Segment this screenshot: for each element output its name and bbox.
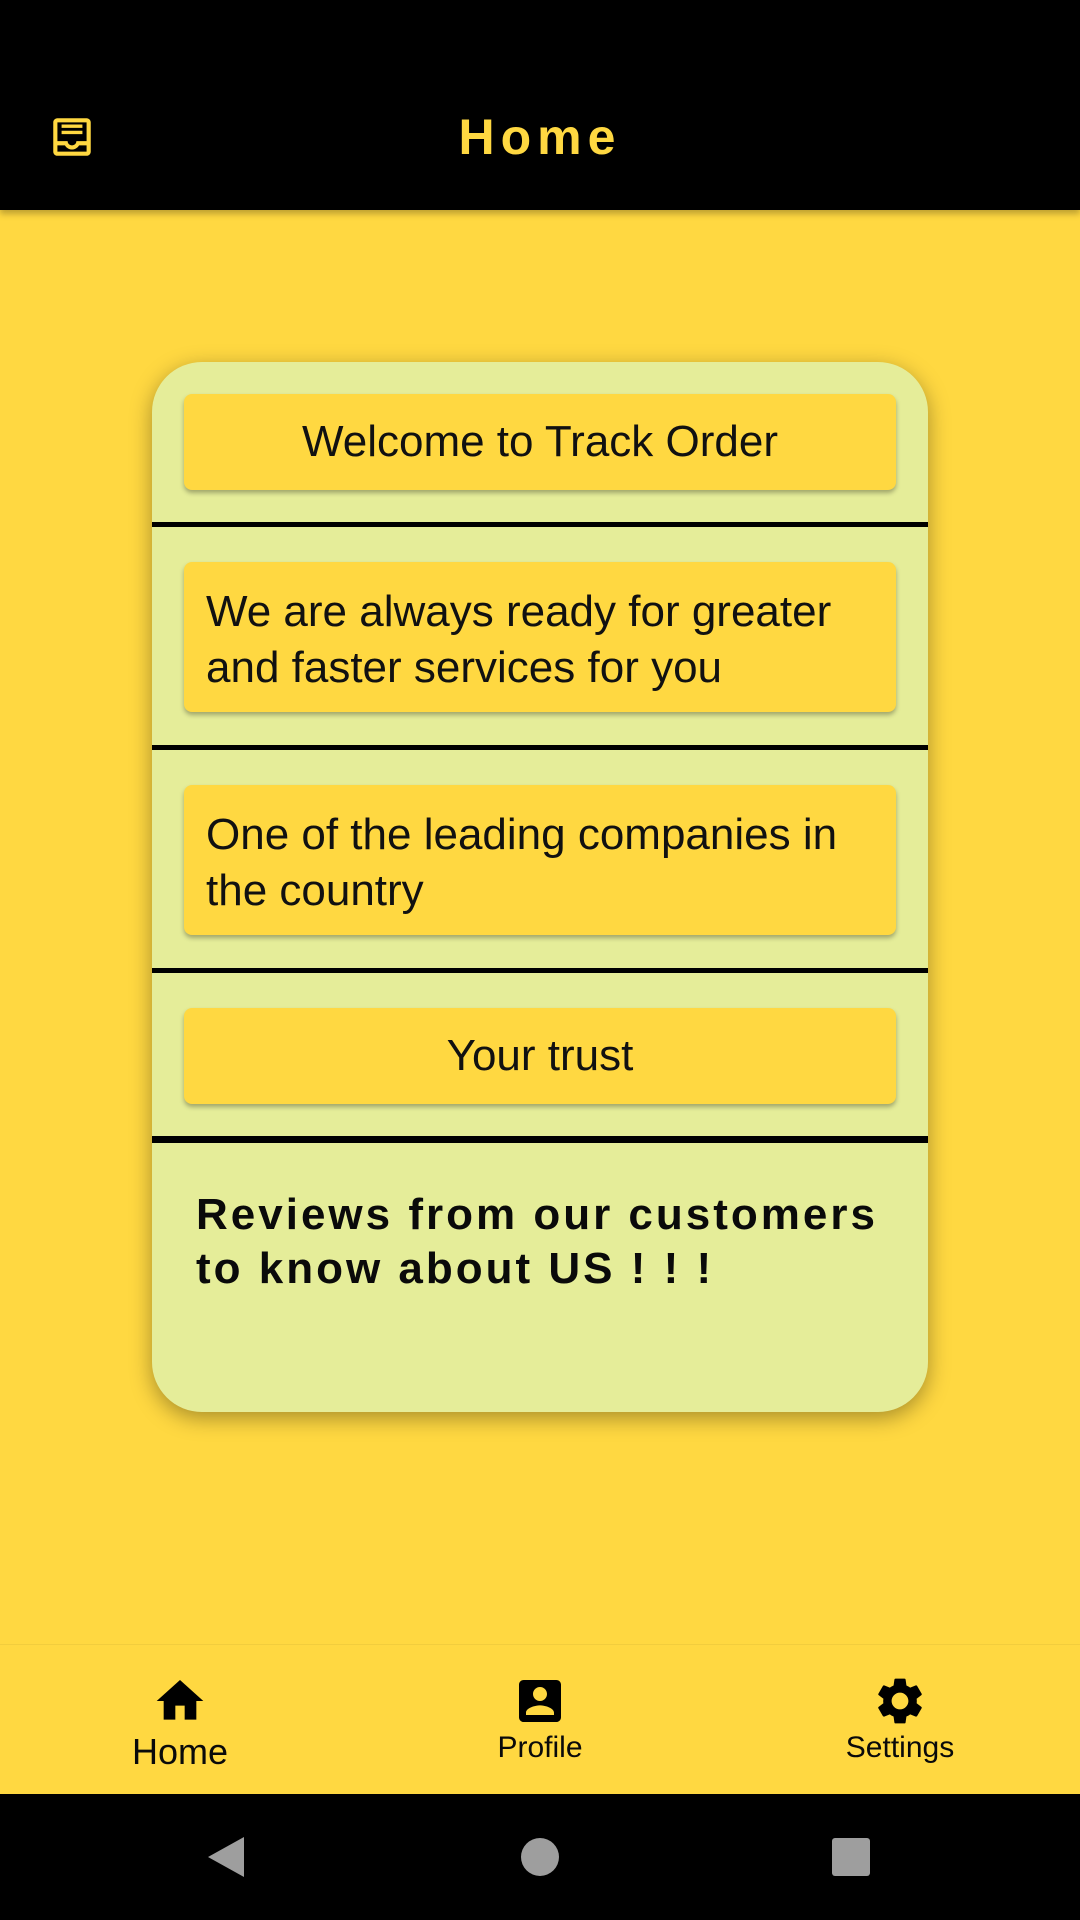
nav-profile[interactable]: Profile — [360, 1645, 720, 1795]
trust-item: Your trust — [184, 1008, 896, 1104]
divider — [152, 968, 928, 973]
nav-settings-label: Settings — [845, 1731, 955, 1764]
page-title: Home — [458, 108, 622, 165]
back-icon[interactable] — [198, 1829, 254, 1885]
bottom-navigation: Home Profile Settings — [0, 1644, 1080, 1794]
divider — [152, 745, 928, 750]
settings-icon — [872, 1673, 928, 1729]
status-bar — [0, 0, 1080, 63]
nav-profile-label: Profile — [497, 1731, 583, 1764]
divider — [152, 522, 928, 527]
divider — [152, 1136, 928, 1143]
recents-icon[interactable] — [823, 1829, 879, 1885]
home-circle-icon[interactable] — [512, 1829, 568, 1885]
profile-icon — [512, 1673, 568, 1729]
services-item: We are always ready for greater and fast… — [184, 562, 896, 712]
app-bar: Home — [0, 63, 1080, 210]
nav-settings[interactable]: Settings — [720, 1645, 1080, 1795]
welcome-item: Welcome to Track Order — [184, 394, 896, 490]
leading-company-item: One of the leading companies in the coun… — [184, 785, 896, 935]
reviews-heading: Reviews from our customers to know about… — [196, 1190, 878, 1293]
info-card: Welcome to Track Order We are always rea… — [152, 362, 928, 1412]
home-icon — [152, 1673, 208, 1729]
system-navigation-bar — [0, 1794, 1080, 1920]
nav-home[interactable]: Home — [0, 1645, 360, 1795]
nav-home-label: Home — [131, 1731, 229, 1772]
